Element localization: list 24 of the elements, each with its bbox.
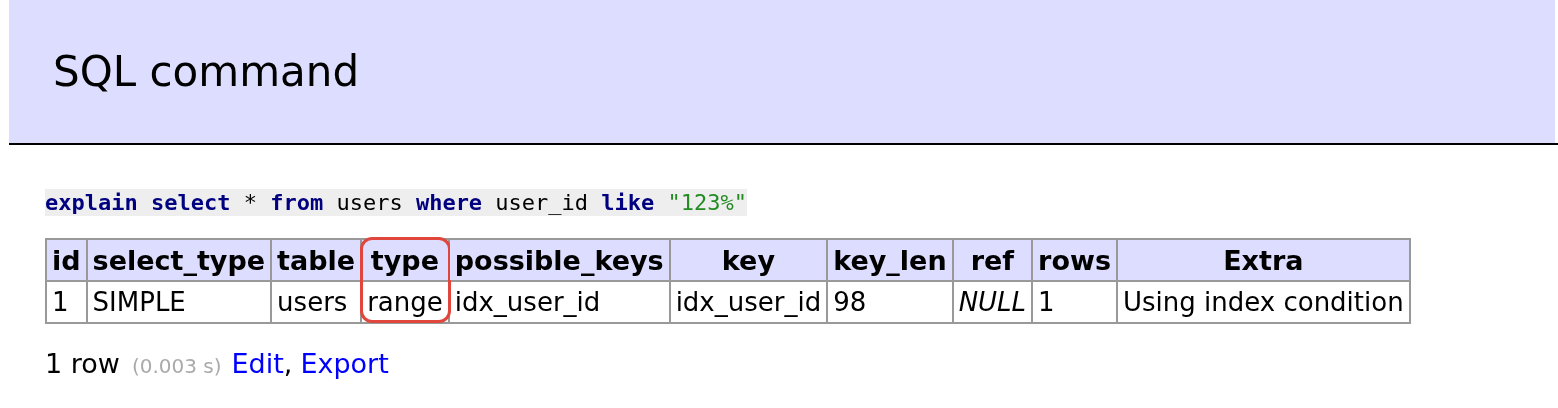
table-cell: 1	[46, 281, 87, 323]
column-header: possible_keys	[448, 239, 670, 281]
column-header: Extra	[1117, 239, 1410, 281]
table-cell: SIMPLE	[86, 281, 272, 323]
column-header: table	[271, 239, 362, 281]
table-cell: NULL	[952, 281, 1033, 323]
table-cell: 98	[827, 281, 953, 323]
page-title: SQL command	[53, 47, 360, 96]
column-header: select_type	[86, 239, 272, 281]
column-header: key_len	[827, 239, 953, 281]
table-cell: Using index condition	[1117, 281, 1410, 323]
sql-query: explain select * from users where user_id like "123%"	[45, 189, 748, 216]
column-header: rows	[1032, 239, 1117, 281]
separator: ,	[283, 348, 293, 379]
table-cell: idx_user_id	[448, 281, 670, 323]
table-cell: 1	[1032, 281, 1117, 323]
query-time: (0.003 s)	[131, 354, 222, 378]
table-cell: idx_user_id	[669, 281, 828, 323]
column-header: id	[46, 239, 87, 281]
row-count: 1 row	[45, 348, 120, 379]
footer-link[interactable]: Edit	[231, 348, 284, 379]
column-header: ref	[952, 239, 1033, 281]
footer-link[interactable]: Export	[300, 348, 389, 379]
column-header: key	[669, 239, 828, 281]
